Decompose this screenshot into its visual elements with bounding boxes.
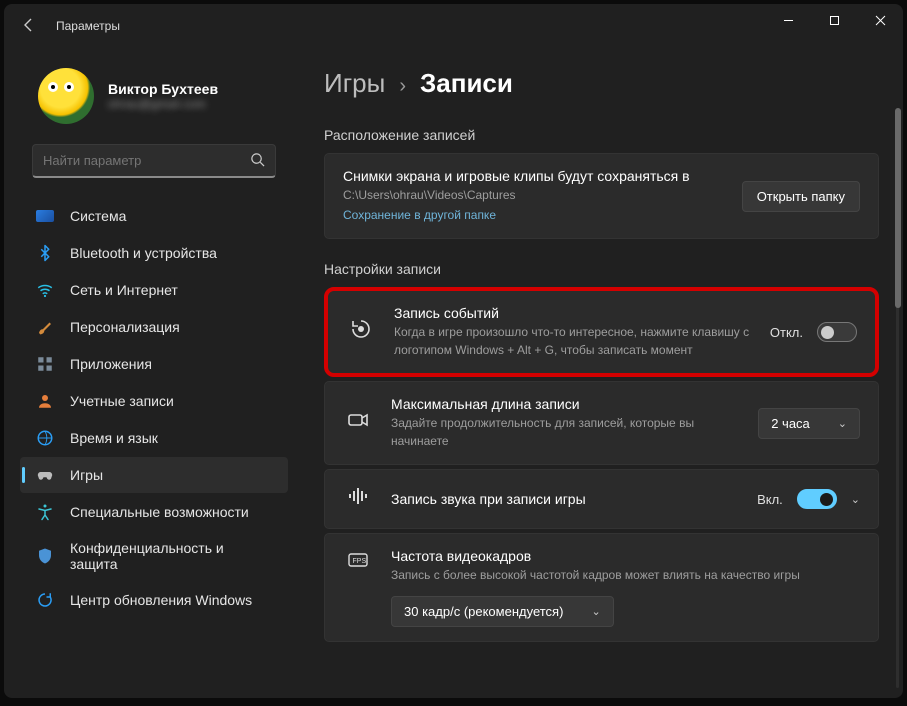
- nav-list: Система Bluetooth и устройства Сеть и Ин…: [12, 192, 296, 624]
- location-path: C:\Users\ohrau\Videos\Captures: [343, 186, 724, 204]
- user-icon: [36, 392, 54, 410]
- maxlen-title: Максимальная длина записи: [391, 396, 740, 412]
- fps-sub: Запись с более высокой частотой кадров м…: [391, 566, 860, 584]
- globe-clock-icon: [36, 429, 54, 447]
- settings-window: Параметры Виктор Бухтеев ohrau@gmail.com: [4, 4, 903, 698]
- fps-icon: FPS: [343, 548, 373, 578]
- sidebar-item-bluetooth[interactable]: Bluetooth и устройства: [20, 235, 288, 271]
- capture-events-card[interactable]: Запись событий Когда в игре произошло чт…: [324, 287, 879, 377]
- location-desc: Снимки экрана и игровые клипы будут сохр…: [343, 168, 724, 184]
- audio-state-label: Вкл.: [757, 492, 783, 507]
- sidebar-item-label: Персонализация: [70, 319, 180, 335]
- close-button[interactable]: [857, 4, 903, 36]
- sidebar-item-system[interactable]: Система: [20, 198, 288, 234]
- location-card: Снимки экрана и игровые клипы будут сохр…: [324, 153, 879, 239]
- sidebar-item-accessibility[interactable]: Специальные возможности: [20, 494, 288, 530]
- sidebar-item-apps[interactable]: Приложения: [20, 346, 288, 382]
- max-length-select[interactable]: 2 часа ⌄: [758, 408, 860, 439]
- accessibility-icon: [36, 503, 54, 521]
- fps-title: Частота видеокадров: [391, 548, 860, 564]
- sidebar-item-label: Центр обновления Windows: [70, 592, 252, 608]
- scrollbar-thumb[interactable]: [895, 108, 901, 308]
- sidebar-item-label: Специальные возможности: [70, 504, 249, 520]
- sidebar-item-privacy[interactable]: Конфиденциальность и защита: [20, 531, 288, 581]
- sidebar-item-personalization[interactable]: Персонализация: [20, 309, 288, 345]
- sidebar-item-network[interactable]: Сеть и Интернет: [20, 272, 288, 308]
- audio-wave-icon: [343, 484, 373, 514]
- search-input[interactable]: [43, 153, 250, 168]
- section-settings-header: Настройки записи: [314, 243, 879, 287]
- sidebar-item-label: Время и язык: [70, 430, 158, 446]
- breadcrumb-current: Записи: [420, 68, 513, 99]
- update-icon: [36, 591, 54, 609]
- sidebar-item-accounts[interactable]: Учетные записи: [20, 383, 288, 419]
- svg-text:FPS: FPS: [353, 558, 367, 565]
- monitor-icon: [36, 207, 54, 225]
- shield-icon: [36, 547, 54, 565]
- chevron-right-icon: ›: [399, 75, 406, 98]
- sidebar-item-label: Конфиденциальность и защита: [70, 540, 272, 572]
- bluetooth-icon: [36, 244, 54, 262]
- chevron-down-icon: ⌄: [591, 605, 600, 618]
- maxlen-sub: Задайте продолжительность для записей, к…: [391, 414, 740, 450]
- brush-icon: [36, 318, 54, 336]
- profile-name: Виктор Бухтеев: [108, 81, 218, 97]
- search-box[interactable]: [32, 144, 276, 178]
- gamepad-icon: [36, 466, 54, 484]
- sidebar-item-label: Система: [70, 208, 126, 224]
- camera-icon: [343, 408, 373, 438]
- open-folder-button[interactable]: Открыть папку: [742, 181, 860, 212]
- profile-email: ohrau@gmail.com: [108, 97, 218, 111]
- audio-title: Запись звука при записи игры: [391, 491, 739, 507]
- chevron-down-icon[interactable]: ⌄: [851, 493, 860, 506]
- wifi-icon: [36, 281, 54, 299]
- sidebar: Виктор Бухтеев ohrau@gmail.com Система: [4, 48, 304, 698]
- sidebar-item-label: Приложения: [70, 356, 152, 372]
- capture-state-label: Откл.: [770, 325, 803, 340]
- apps-icon: [36, 355, 54, 373]
- maximize-button[interactable]: [811, 4, 857, 36]
- sidebar-item-label: Учетные записи: [70, 393, 174, 409]
- fps-select[interactable]: 30 кадр/с (рекомендуется) ⌄: [391, 596, 614, 627]
- titlebar: Параметры: [4, 4, 903, 48]
- sidebar-item-gaming[interactable]: Игры: [20, 457, 288, 493]
- search-icon: [250, 152, 265, 170]
- chevron-down-icon: ⌄: [838, 417, 847, 430]
- sidebar-item-update[interactable]: Центр обновления Windows: [20, 582, 288, 618]
- max-length-value: 2 часа: [771, 416, 810, 431]
- fps-card: FPS Частота видеокадров Запись с более в…: [324, 533, 879, 642]
- breadcrumb-parent[interactable]: Игры: [324, 68, 385, 99]
- back-button[interactable]: [18, 17, 40, 36]
- audio-toggle[interactable]: [797, 489, 837, 509]
- max-length-card[interactable]: Максимальная длина записи Задайте продол…: [324, 381, 879, 465]
- save-other-folder-link[interactable]: Сохранение в другой папке: [343, 208, 496, 222]
- avatar: [38, 68, 94, 124]
- breadcrumb: Игры › Записи: [314, 68, 879, 109]
- fps-value: 30 кадр/с (рекомендуется): [404, 604, 563, 619]
- capture-toggle[interactable]: [817, 322, 857, 342]
- sidebar-item-label: Игры: [70, 467, 103, 483]
- audio-card[interactable]: Запись звука при записи игры Вкл. ⌄: [324, 469, 879, 529]
- section-location-header: Расположение записей: [314, 109, 879, 153]
- capture-sub: Когда в игре произошло что-то интересное…: [394, 323, 752, 359]
- window-title: Параметры: [56, 19, 120, 33]
- sidebar-item-label: Bluetooth и устройства: [70, 245, 217, 261]
- capture-title: Запись событий: [394, 305, 752, 321]
- profile-block[interactable]: Виктор Бухтеев ohrau@gmail.com: [12, 58, 296, 142]
- sidebar-item-time[interactable]: Время и язык: [20, 420, 288, 456]
- minimize-button[interactable]: [765, 4, 811, 36]
- history-icon: [346, 317, 376, 347]
- sidebar-item-label: Сеть и Интернет: [70, 282, 178, 298]
- main-content: Игры › Записи Расположение записей Снимк…: [304, 48, 903, 698]
